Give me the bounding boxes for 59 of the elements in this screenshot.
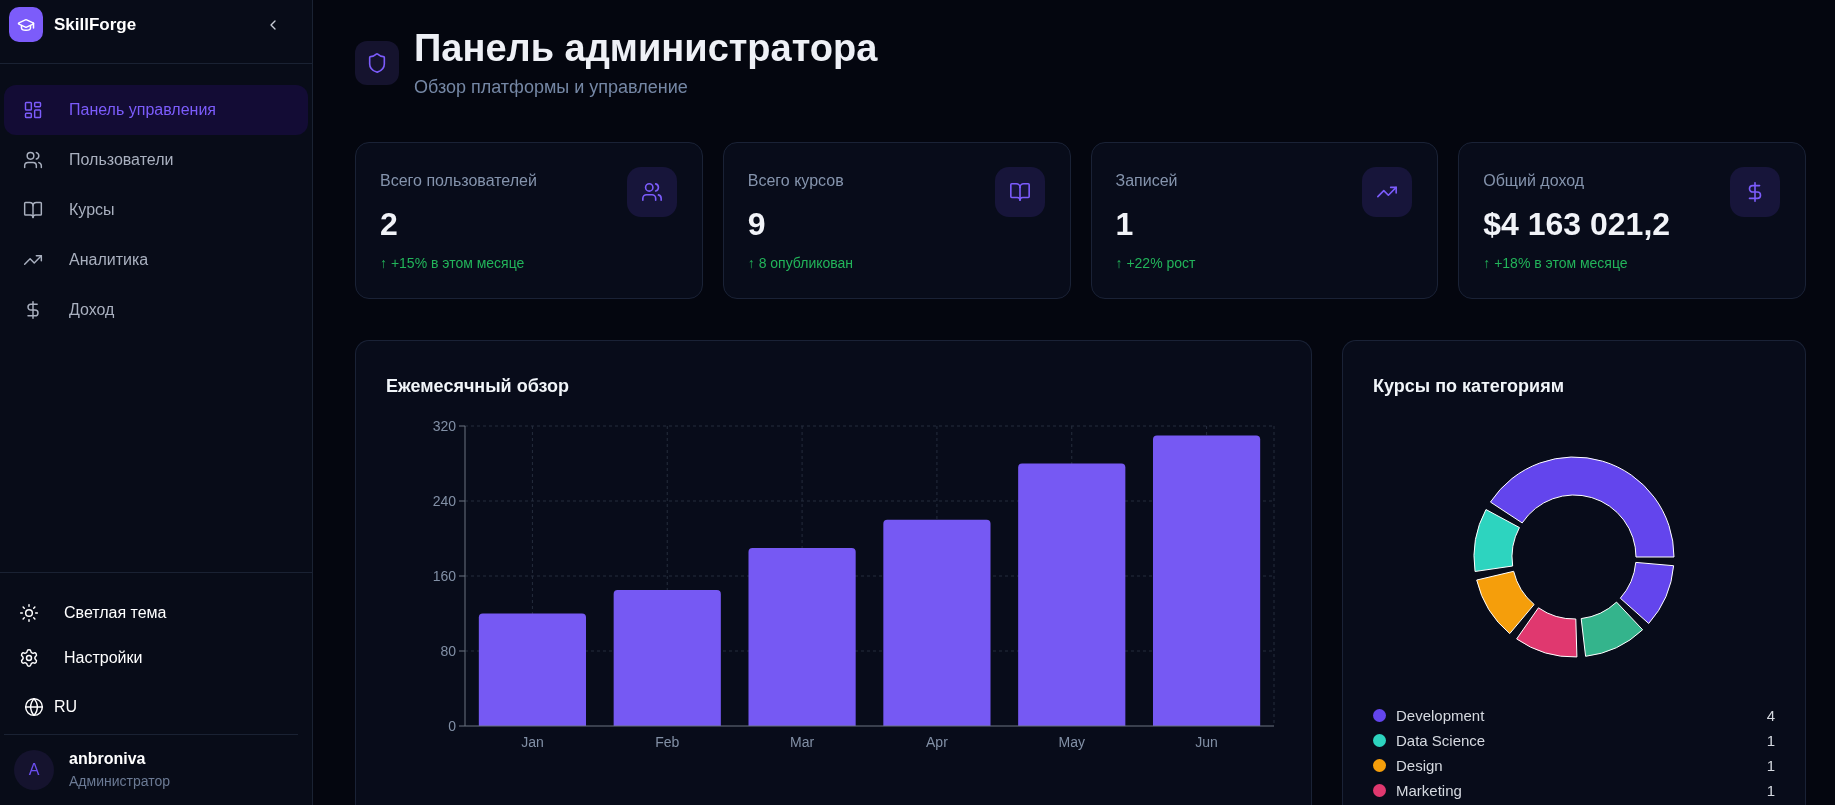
- stat-trend: ↑ +15% в этом месяце: [380, 254, 526, 273]
- legend-count: 1: [1766, 780, 1775, 801]
- x-axis-label: May: [1058, 734, 1085, 750]
- legend-label: Design: [1396, 755, 1443, 776]
- trend-line-icon: [1362, 167, 1413, 217]
- y-axis-label: 320: [432, 418, 456, 434]
- page-subtitle: Обзор платформы и управление: [414, 76, 689, 99]
- legend-label: Data Science: [1396, 730, 1486, 751]
- dollar-icon: [1730, 167, 1780, 217]
- stat-label: Общий доход: [1483, 171, 1586, 191]
- legend-count: 1: [1766, 730, 1775, 751]
- stat-value: 9: [747, 205, 767, 244]
- stat-value: $4 163 021,2: [1483, 205, 1671, 244]
- stat-label: Записей: [1115, 171, 1179, 191]
- y-axis-label: 240: [432, 493, 456, 509]
- x-axis-label: Feb: [655, 734, 680, 750]
- stat-trend: ↑ 8 опубликован: [747, 254, 854, 273]
- users-icon: [626, 167, 677, 217]
- nav-item[interactable]: Доход: [4, 285, 308, 335]
- x-axis-label: Mar: [790, 734, 815, 750]
- y-axis-label: 160: [432, 568, 456, 584]
- book-icon: [994, 167, 1045, 217]
- page-title: Панель администратора: [414, 26, 878, 71]
- stat-label: Всего курсов: [747, 171, 845, 191]
- stat-trend: ↑ +18% в этом месяце: [1483, 254, 1629, 273]
- nav-item[interactable]: Панель управления: [4, 85, 308, 135]
- user-role: Администратор: [69, 772, 170, 791]
- language-button[interactable]: RU: [0, 687, 86, 727]
- x-axis-label: Jan: [521, 734, 544, 750]
- x-axis-label: Apr: [926, 734, 948, 750]
- globe-icon: [24, 697, 44, 717]
- card-title: Ежемесячный обзор: [386, 375, 571, 398]
- users-icon: [23, 150, 43, 170]
- legend-label: Marketing: [1396, 780, 1462, 801]
- user-name: anbroniva: [69, 749, 147, 769]
- avatar: A: [14, 750, 54, 790]
- x-axis-label: Jun: [1195, 734, 1218, 750]
- nav-item[interactable]: Курсы: [4, 185, 308, 235]
- stat-value: 2: [380, 205, 399, 244]
- theme-toggle-button[interactable]: Светлая тема: [0, 590, 312, 635]
- settings-icon: [19, 647, 39, 668]
- legend-count: 4: [1766, 705, 1775, 726]
- grid-icon: [23, 100, 43, 120]
- settings-button[interactable]: Настройки: [0, 635, 312, 680]
- y-axis-label: 80: [440, 643, 456, 659]
- stat-trend: ↑ +22% рост: [1115, 254, 1196, 273]
- shield-icon: [355, 40, 399, 85]
- book-icon: [23, 200, 43, 220]
- card-title: Курсы по категориям: [1373, 375, 1565, 398]
- legend-label: Development: [1396, 705, 1485, 726]
- graduation-cap-icon: [9, 7, 43, 42]
- brand-name: SkillForge: [54, 13, 137, 36]
- nav-item[interactable]: Аналитика: [4, 235, 308, 285]
- stat-value: 1: [1115, 205, 1135, 244]
- stat-label: Всего пользователей: [380, 171, 537, 191]
- nav-item[interactable]: Пользователи: [4, 135, 308, 185]
- legend-count: 1: [1766, 755, 1775, 776]
- sun-icon: [19, 602, 39, 623]
- y-axis-label: 0: [448, 718, 456, 734]
